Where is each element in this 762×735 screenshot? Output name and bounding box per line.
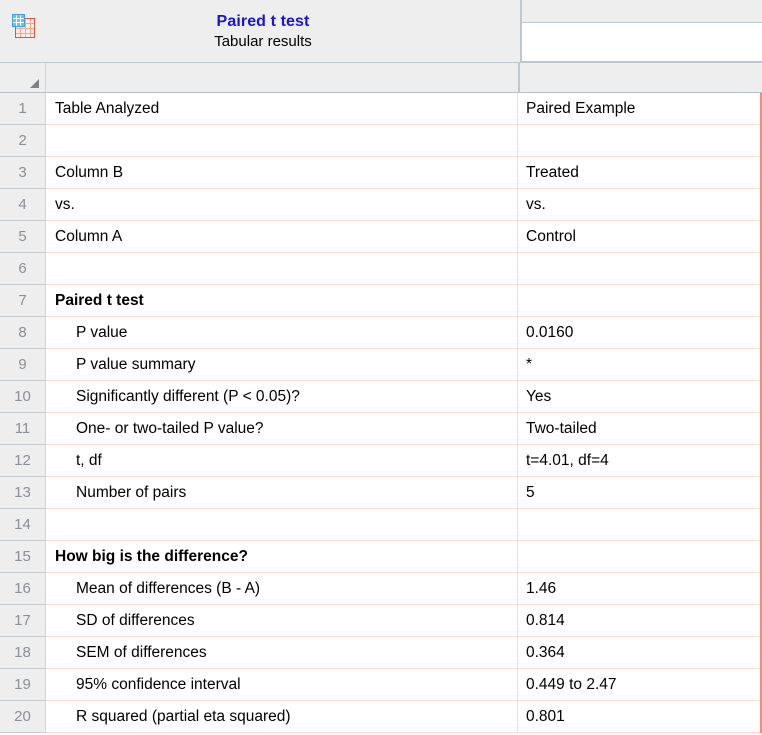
row-number[interactable]: 5 — [0, 221, 46, 253]
table-row: 2 — [0, 125, 760, 157]
cell-value[interactable]: 0.801 — [518, 701, 760, 733]
cell-value[interactable]: 0.449 to 2.47 — [518, 669, 760, 701]
cell-label[interactable]: Significantly different (P < 0.05)? — [46, 381, 518, 413]
row-number[interactable]: 7 — [0, 285, 46, 317]
row-number[interactable]: 20 — [0, 701, 46, 733]
table-row: 1995% confidence interval0.449 to 2.47 — [0, 669, 760, 701]
cell-value[interactable] — [518, 285, 760, 317]
cell-label[interactable]: Mean of differences (B - A) — [46, 573, 518, 605]
cell-value[interactable]: Treated — [518, 157, 760, 189]
cell-value[interactable]: 5 — [518, 477, 760, 509]
table-row: 12t, dft=4.01, df=4 — [0, 445, 760, 477]
table-row: 16Mean of differences (B - A)1.46 — [0, 573, 760, 605]
cell-label[interactable] — [46, 509, 518, 541]
row-number[interactable]: 19 — [0, 669, 46, 701]
table-row: 14 — [0, 509, 760, 541]
row-number[interactable]: 16 — [0, 573, 46, 605]
cell-value[interactable]: 0.364 — [518, 637, 760, 669]
select-all-triangle-icon — [30, 79, 39, 88]
table-row: 15How big is the difference? — [0, 541, 760, 573]
cell-label[interactable]: 95% confidence interval — [46, 669, 518, 701]
table-row: 10Significantly different (P < 0.05)?Yes — [0, 381, 760, 413]
row-number[interactable]: 3 — [0, 157, 46, 189]
table-row: 17SD of differences0.814 — [0, 605, 760, 637]
table-row: 11One- or two-tailed P value?Two-tailed — [0, 413, 760, 445]
table-row: 4vs.vs. — [0, 189, 760, 221]
cell-label[interactable] — [46, 125, 518, 157]
row-number[interactable]: 6 — [0, 253, 46, 285]
results-table-icon — [12, 14, 35, 38]
cell-value[interactable]: Two-tailed — [518, 413, 760, 445]
row-number[interactable]: 12 — [0, 445, 46, 477]
select-all-corner[interactable] — [0, 63, 46, 92]
row-number[interactable]: 8 — [0, 317, 46, 349]
row-number[interactable]: 13 — [0, 477, 46, 509]
cell-label[interactable]: P value — [46, 317, 518, 349]
cell-label[interactable]: SD of differences — [46, 605, 518, 637]
cell-value[interactable]: Yes — [518, 381, 760, 413]
cell-value[interactable]: Control — [518, 221, 760, 253]
cell-label[interactable]: Column B — [46, 157, 518, 189]
cell-value[interactable] — [518, 541, 760, 573]
cell-value[interactable] — [518, 509, 760, 541]
sheet-header: Paired t test Tabular results — [0, 0, 762, 62]
header-right-spacer — [522, 0, 762, 23]
table-row: 9P value summary* — [0, 349, 760, 381]
table-row: 6 — [0, 253, 760, 285]
table-row: 13Number of pairs5 — [0, 477, 760, 509]
cell-label[interactable]: SEM of differences — [46, 637, 518, 669]
column-header-a[interactable] — [46, 63, 520, 92]
cell-label[interactable]: R squared (partial eta squared) — [46, 701, 518, 733]
row-number[interactable]: 1 — [0, 93, 46, 125]
cell-value[interactable]: * — [518, 349, 760, 381]
results-sheet: Paired t test Tabular results 1Table Ana… — [0, 0, 762, 735]
row-number[interactable]: 14 — [0, 509, 46, 541]
row-number[interactable]: 11 — [0, 413, 46, 445]
cell-label[interactable]: How big is the difference? — [46, 541, 518, 573]
cell-value[interactable]: 1.46 — [518, 573, 760, 605]
row-number[interactable]: 18 — [0, 637, 46, 669]
header-right-input-box[interactable] — [522, 23, 762, 62]
row-number[interactable]: 2 — [0, 125, 46, 157]
table-row: 5Column AControl — [0, 221, 760, 253]
cell-label[interactable]: Number of pairs — [46, 477, 518, 509]
column-header-row — [0, 62, 762, 93]
cell-label[interactable]: Paired t test — [46, 285, 518, 317]
cell-value[interactable]: t=4.01, df=4 — [518, 445, 760, 477]
cell-label[interactable]: t, df — [46, 445, 518, 477]
table-row: 1Table AnalyzedPaired Example — [0, 93, 760, 125]
sheet-icon-cell — [0, 0, 46, 62]
page-subtitle: Tabular results — [214, 32, 312, 51]
cell-value[interactable] — [518, 125, 760, 157]
cell-label[interactable]: Table Analyzed — [46, 93, 518, 125]
results-grid: 1Table AnalyzedPaired Example23Column BT… — [0, 93, 762, 733]
cell-value[interactable]: vs. — [518, 189, 760, 221]
cell-label[interactable]: P value summary — [46, 349, 518, 381]
row-number[interactable]: 4 — [0, 189, 46, 221]
table-row: 3Column BTreated — [0, 157, 760, 189]
cell-label[interactable]: One- or two-tailed P value? — [46, 413, 518, 445]
cell-value[interactable]: Paired Example — [518, 93, 760, 125]
table-row: 20R squared (partial eta squared)0.801 — [0, 701, 760, 733]
table-row: 7Paired t test — [0, 285, 760, 317]
row-number[interactable]: 9 — [0, 349, 46, 381]
header-right-panel — [520, 0, 762, 62]
column-header-b[interactable] — [520, 63, 762, 92]
row-number[interactable]: 15 — [0, 541, 46, 573]
row-number[interactable]: 10 — [0, 381, 46, 413]
page-title: Paired t test — [217, 12, 310, 31]
table-row: 18SEM of differences0.364 — [0, 637, 760, 669]
cell-value[interactable]: 0.0160 — [518, 317, 760, 349]
row-number[interactable]: 17 — [0, 605, 46, 637]
cell-label[interactable]: vs. — [46, 189, 518, 221]
table-row: 8P value0.0160 — [0, 317, 760, 349]
header-title-block: Paired t test Tabular results — [46, 0, 520, 62]
cell-value[interactable] — [518, 253, 760, 285]
cell-label[interactable] — [46, 253, 518, 285]
cell-label[interactable]: Column A — [46, 221, 518, 253]
cell-value[interactable]: 0.814 — [518, 605, 760, 637]
